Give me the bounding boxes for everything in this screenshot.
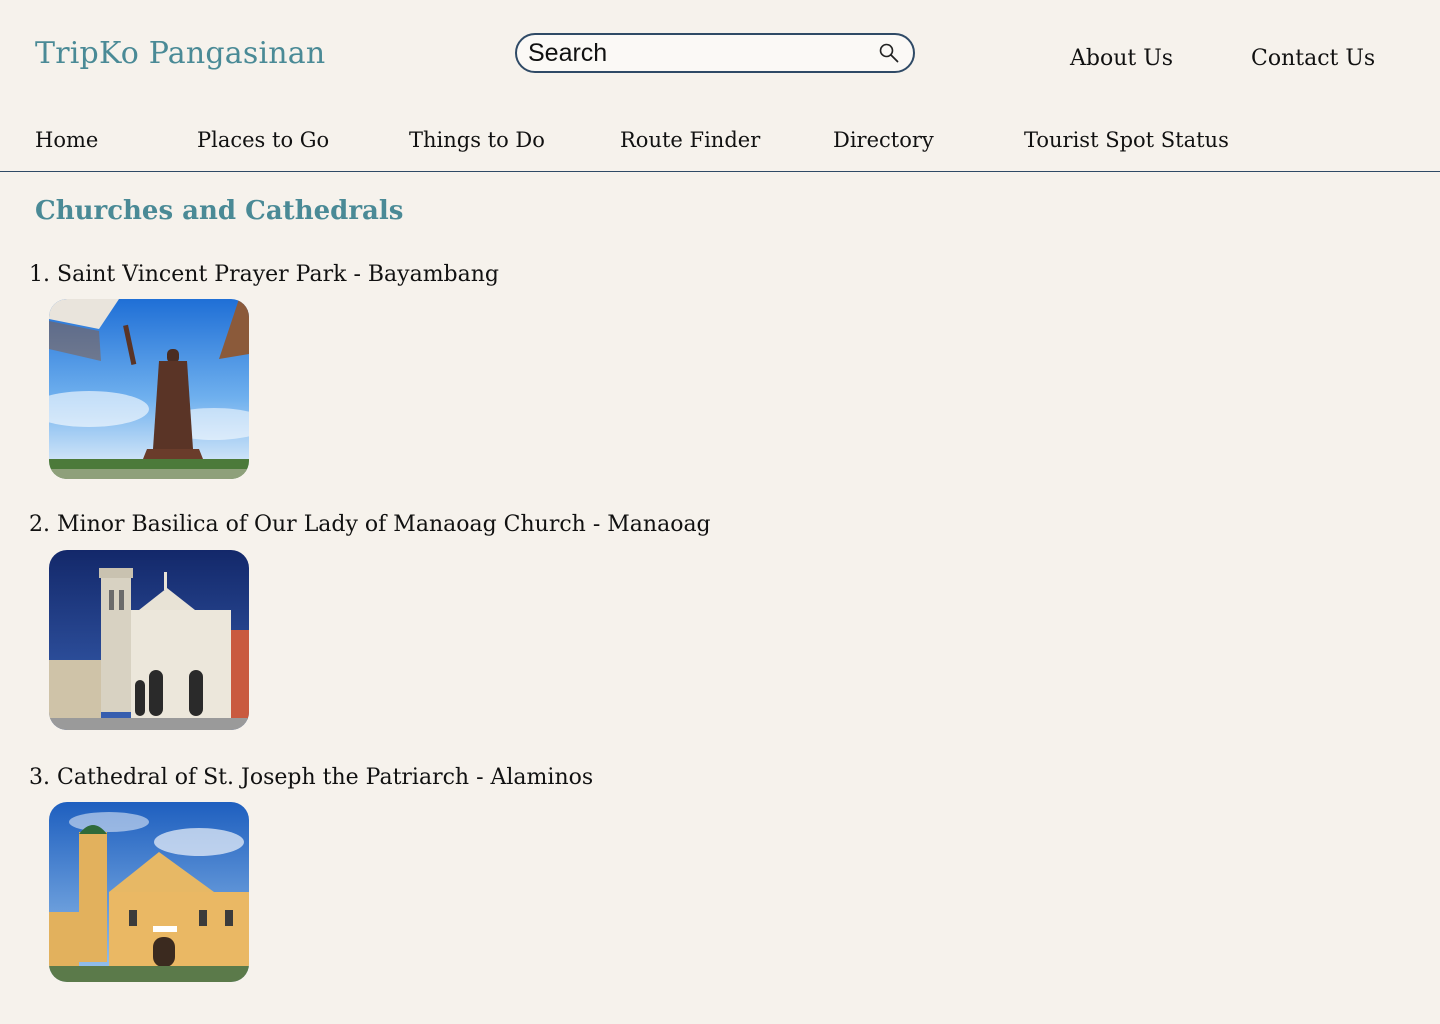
about-us-link[interactable]: About Us xyxy=(1070,46,1173,71)
saint-vincent-photo[interactable] xyxy=(49,299,249,479)
manaoag-basilica-photo[interactable] xyxy=(49,550,249,730)
nav-tourist-spot-status[interactable]: Tourist Spot Status xyxy=(1024,128,1229,152)
nav-home[interactable]: Home xyxy=(35,128,98,152)
list-item-title[interactable]: 2. Minor Basilica of Our Lady of Manaoag … xyxy=(29,512,711,537)
search-bar[interactable] xyxy=(515,33,915,73)
nav-things-to-do[interactable]: Things to Do xyxy=(409,128,545,152)
list-item-title[interactable]: 1. Saint Vincent Prayer Park - Bayambang xyxy=(29,262,499,287)
alaminos-cathedral-photo[interactable] xyxy=(49,802,249,982)
list-item-label: Cathedral of St. Joseph the Patriarch - … xyxy=(57,765,594,790)
nav-places-to-go[interactable]: Places to Go xyxy=(197,128,329,152)
list-item-label: Minor Basilica of Our Lady of Manaoag Ch… xyxy=(57,512,711,537)
brand-logo[interactable]: TripKo Pangasinan xyxy=(35,36,325,71)
page-title: Churches and Cathedrals xyxy=(35,196,404,226)
search-icon[interactable] xyxy=(877,41,901,65)
nav-directory[interactable]: Directory xyxy=(833,128,934,152)
list-item-number: 3. xyxy=(29,765,50,790)
list-item-label: Saint Vincent Prayer Park - Bayambang xyxy=(57,262,500,287)
list-item-number: 2. xyxy=(29,512,50,537)
main-nav: Home Places to Go Things to Do Route Fin… xyxy=(0,126,1440,172)
nav-route-finder[interactable]: Route Finder xyxy=(620,128,760,152)
search-input[interactable] xyxy=(528,38,877,68)
list-item-number: 1. xyxy=(29,262,50,287)
list-item-title[interactable]: 3. Cathedral of St. Joseph the Patriarch … xyxy=(29,765,593,790)
contact-us-link[interactable]: Contact Us xyxy=(1251,46,1375,71)
